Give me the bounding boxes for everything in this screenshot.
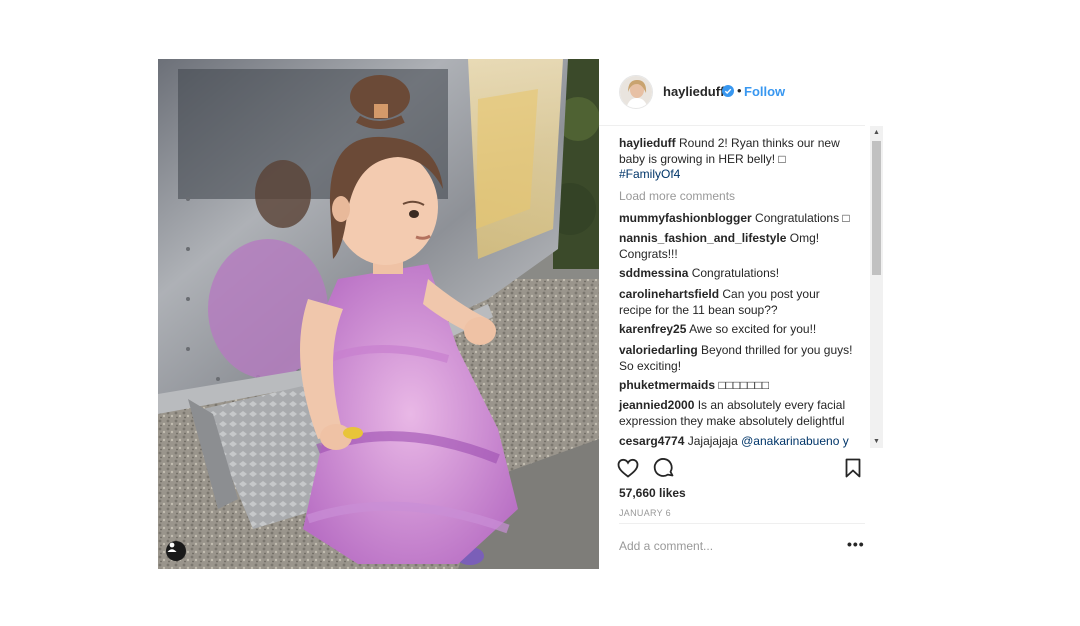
- follow-button[interactable]: Follow: [744, 84, 785, 99]
- comment-username[interactable]: jeannied2000: [619, 398, 694, 412]
- caption-hashtag[interactable]: #FamilyOf4: [619, 167, 680, 181]
- comments-list[interactable]: haylieduff Round 2! Ryan thinks our new …: [599, 126, 870, 448]
- comment-text: Jajajajaja: [687, 434, 738, 448]
- comment-mention[interactable]: @anakarinabueno y: [741, 434, 849, 448]
- comment-item: karenfrey25 Awe so excited for you!!: [619, 322, 855, 338]
- caption-username[interactable]: haylieduff: [619, 136, 676, 150]
- comment-username[interactable]: cesarg4774: [619, 434, 684, 448]
- comment-item: jeannied2000 Is an absolutely every faci…: [619, 398, 855, 429]
- comment-item: carolinehartsfield Can you post your rec…: [619, 287, 855, 318]
- comment-bubble-icon[interactable]: [652, 456, 676, 480]
- avatar[interactable]: [619, 75, 653, 109]
- photo-artwork: [158, 59, 599, 569]
- comment-username[interactable]: phuketmermaids: [619, 378, 715, 392]
- comment-username[interactable]: nannis_fashion_and_lifestyle: [619, 231, 786, 245]
- likes-count[interactable]: 57,660 likes: [619, 486, 686, 500]
- comments-scrollbar[interactable]: ▲ ▼: [870, 126, 883, 448]
- load-more-comments[interactable]: Load more comments: [619, 189, 735, 203]
- more-options-button[interactable]: •••: [847, 536, 865, 552]
- separator-dot: •: [737, 83, 742, 98]
- verified-badge-icon: [722, 85, 734, 97]
- post-side-panel: haylieduff • Follow haylieduff Round 2! …: [599, 59, 884, 569]
- scroll-thumb[interactable]: [872, 141, 881, 275]
- caption: haylieduff Round 2! Ryan thinks our new …: [619, 136, 855, 183]
- comment-username[interactable]: karenfrey25: [619, 322, 686, 336]
- comment-item: cesarg4774 Jajajajaja @anakarinabueno y: [619, 434, 855, 448]
- post-date: JANUARY 6: [619, 508, 671, 518]
- scroll-up-arrow[interactable]: ▲: [870, 126, 883, 139]
- comment-text: Congratulations □: [755, 211, 850, 225]
- post-header: haylieduff • Follow: [599, 59, 865, 126]
- user-tag-button[interactable]: [166, 541, 186, 561]
- comment-username[interactable]: mummyfashionblogger: [619, 211, 752, 225]
- comment-item: phuketmermaids □□□□□□□: [619, 378, 855, 394]
- comment-item: sddmessina Congratulations!: [619, 266, 855, 282]
- comment-username[interactable]: valoriedarling: [619, 343, 698, 357]
- comment-item: mummyfashionblogger Congratulations □: [619, 211, 855, 227]
- comment-text: Awe so excited for you!!: [689, 322, 817, 336]
- comment-text: □□□□□□□: [718, 378, 770, 392]
- comment-item: nannis_fashion_and_lifestyle Omg! Congra…: [619, 231, 855, 262]
- user-tag-icon: [167, 542, 177, 552]
- scroll-down-arrow[interactable]: ▼: [870, 435, 883, 448]
- add-comment-input[interactable]: [619, 539, 819, 553]
- avatar-image: [620, 76, 652, 108]
- comment-username[interactable]: sddmessina: [619, 266, 688, 280]
- comment-username[interactable]: carolinehartsfield: [619, 287, 719, 301]
- comment-item: valoriedarling Beyond thrilled for you g…: [619, 343, 855, 374]
- header-username[interactable]: haylieduff: [663, 84, 724, 99]
- comment-text: Congratulations!: [691, 266, 780, 280]
- post-actions: [599, 454, 865, 484]
- bookmark-icon[interactable]: [841, 456, 865, 480]
- post-photo[interactable]: [158, 59, 599, 569]
- heart-icon[interactable]: [616, 456, 640, 480]
- add-comment-bar: •••: [619, 523, 865, 569]
